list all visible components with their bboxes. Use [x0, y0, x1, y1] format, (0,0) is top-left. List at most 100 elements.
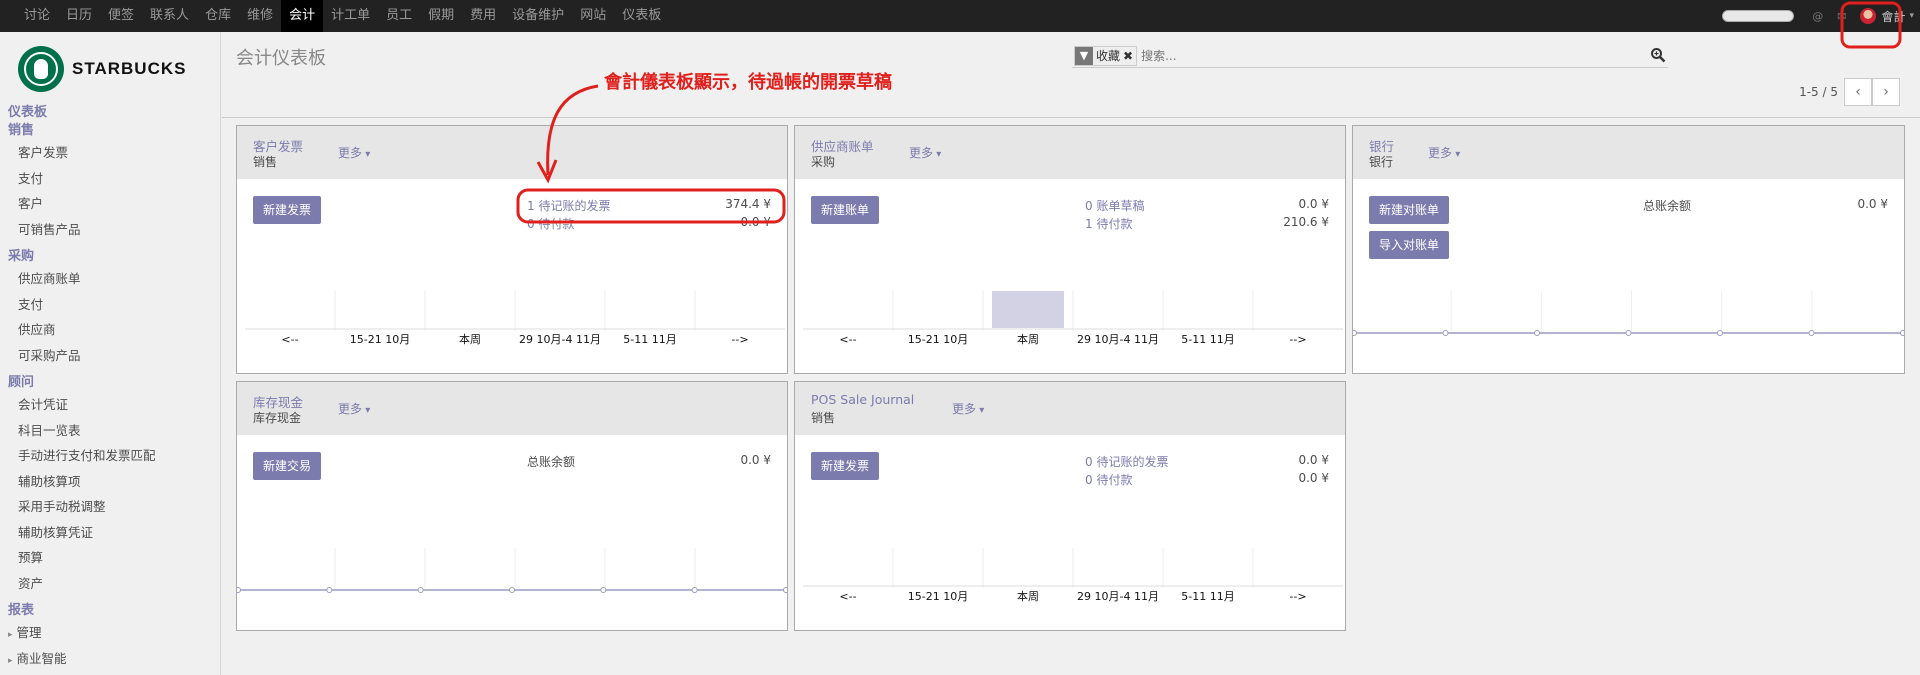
stat-amount: 0.0 ¥	[1298, 471, 1329, 485]
sidebar-item[interactable]: 预算	[0, 545, 220, 571]
sidebar-item[interactable]: 手动进行支付和发票匹配	[0, 443, 220, 469]
more-dropdown[interactable]: 更多	[909, 144, 941, 161]
sidebar-item[interactable]: 资产	[0, 571, 220, 597]
top-menu-item[interactable]: 设备维护	[504, 0, 572, 32]
top-menu-item[interactable]: 日历	[58, 0, 100, 32]
sidebar-item[interactable]: 会计凭证	[0, 392, 220, 418]
top-menu-item[interactable]: 计工单	[323, 0, 378, 32]
company-logo[interactable]: STARBUCKS	[18, 46, 186, 92]
more-dropdown[interactable]: 更多	[952, 400, 984, 417]
page-title: 会计仪表板	[236, 48, 326, 69]
sidebar-item-dashboard[interactable]: 仪表板	[0, 104, 220, 122]
top-menu-item[interactable]: 员工	[378, 0, 420, 32]
top-menu-item[interactable]: 仪表板	[614, 0, 669, 32]
user-menu[interactable]: 會計 ▾	[1860, 8, 1914, 25]
card-header: 客户发票 销售 更多	[237, 126, 787, 179]
card-subtitle: 采购	[811, 155, 836, 169]
journal-card: 供应商账单采购更多新建账单0 账单草稿0.0 ¥1 待付款210.6 ¥<--1…	[794, 125, 1346, 374]
top-menu-item[interactable]: 费用	[462, 0, 504, 32]
annotation-callout: 會計儀表板顯示，待過帳的開票草稿	[604, 72, 892, 93]
top-menu-item[interactable]: 仓库	[197, 0, 239, 32]
top-menu-item[interactable]: 会计	[281, 0, 324, 32]
more-dropdown[interactable]: 更多	[338, 144, 370, 161]
stat-link[interactable]: 0 账单草稿	[1085, 197, 1144, 214]
at-icon[interactable]: @	[1812, 10, 1823, 23]
close-icon[interactable]: ✖	[1123, 49, 1136, 63]
card-action-button[interactable]: 新建账单	[811, 196, 880, 224]
journal-card: 客户发票销售更多新建发票1 待记账的发票374.4 ¥0 待付款0.0 ¥<--…	[236, 125, 788, 374]
sidebar-item[interactable]: 可采购产品	[0, 343, 220, 369]
balance-point	[1353, 330, 1357, 336]
pager: 1-5 / 5 ‹ ›	[1799, 78, 1900, 106]
sidebar-section-title: 报表	[8, 603, 35, 618]
card-action-button[interactable]: 新建交易	[253, 452, 322, 480]
sidebar-item[interactable]: 支付	[0, 166, 220, 192]
card-action-button[interactable]: 新建发票	[253, 196, 322, 224]
week-tick-label: 本周	[1017, 332, 1039, 346]
starbucks-logo-icon	[18, 46, 64, 92]
sidebar-item[interactable]: 供应商账单	[0, 266, 220, 292]
more-dropdown[interactable]: 更多	[338, 400, 370, 417]
sidebar-item[interactable]: 商业智能	[0, 646, 220, 672]
sidebar-item[interactable]: 管理	[0, 620, 220, 646]
balance-label: 总账余额	[527, 455, 576, 469]
card-action-button[interactable]: 新建发票	[811, 452, 880, 480]
week-tick-label: <--	[281, 333, 298, 346]
sidebar-menu: 仪表板 销售 客户发票 支付 客户 可销售产品 采购 供应商账单 支付 供应商 可采购产品 顾问 会计凭…	[0, 104, 220, 672]
stat-link[interactable]: 0 待记账的发票	[1085, 453, 1168, 470]
stat-link[interactable]: 0 待付款	[527, 215, 574, 232]
search-bar[interactable]: ▼ 收藏 ✖	[1072, 44, 1668, 68]
sidebar-item[interactable]: 客户发票	[0, 140, 220, 166]
sidebar-item[interactable]: 采用手动税调整	[0, 494, 220, 520]
stat-link[interactable]: 1 待记账的发票	[527, 197, 610, 214]
search-input[interactable]	[1141, 45, 1662, 66]
stat-amount: 0.0 ¥	[1298, 197, 1329, 211]
stat-link[interactable]: 1 待付款	[1085, 215, 1132, 232]
chat-icon[interactable]: ✉	[1837, 10, 1846, 23]
sidebar-section-title: 采购	[8, 249, 35, 264]
top-navbar: 讨论 日历 便签 联系人 仓库 维修 会计 计工单 员工 假期 费用 设备维护 网站 仪表板 @ ✉ 會計…	[0, 0, 1920, 32]
balance-amount: 0.0 ¥	[740, 453, 771, 467]
week-tick-label: -->	[1289, 333, 1306, 346]
sidebar-item[interactable]: 可销售产品	[0, 217, 220, 243]
top-menu-item[interactable]: 维修	[239, 0, 281, 32]
search-facet[interactable]: ▼ 收藏 ✖	[1074, 45, 1138, 66]
sidebar-item[interactable]: 供应商	[0, 317, 220, 343]
card-subtitle: 销售	[253, 155, 278, 169]
top-menu-item[interactable]: 便签	[100, 0, 142, 32]
card-action-button[interactable]: 新建对账单	[1369, 196, 1450, 224]
card-graph	[1353, 291, 1904, 336]
more-dropdown[interactable]: 更多	[1428, 144, 1460, 161]
top-menu-item[interactable]: 网站	[572, 0, 614, 32]
card-action-button[interactable]: 导入对账单	[1369, 231, 1450, 259]
card-subtitle: 银行	[1369, 155, 1394, 169]
balance-point	[1900, 330, 1904, 336]
facet-label: 收藏	[1096, 49, 1121, 63]
stat-amount: 0.0 ¥	[740, 215, 771, 229]
card-header: 供应商账单 采购 更多	[795, 126, 1345, 179]
balance-point	[600, 587, 607, 593]
filter-icon: ▼	[1075, 46, 1093, 65]
sidebar-item[interactable]: 科目一览表	[0, 418, 220, 444]
balance-point	[783, 587, 787, 593]
top-menu-item[interactable]: 讨论	[16, 0, 58, 32]
card-graph: <-- 15-21 10月 本周 29 10月-4 11月 5-11 11月 -->	[803, 548, 1343, 603]
card-header: POS Sale Journal 销售 更多	[795, 382, 1345, 435]
sidebar-item[interactable]: 支付	[0, 292, 220, 318]
pager-next-button[interactable]: ›	[1872, 78, 1900, 106]
sidebar-item[interactable]: 辅助核算凭证	[0, 520, 220, 546]
pager-previous-button[interactable]: ‹	[1844, 78, 1872, 106]
top-menu-item[interactable]: 联系人	[142, 0, 197, 32]
main-content: 会计仪表板 ▼ 收藏 ✖ 1-5 / 5 ‹ › 會計儀表板顯示，待過帳的開票草…	[222, 32, 1920, 675]
stat-link[interactable]: 0 待付款	[1085, 471, 1132, 488]
top-menu-item[interactable]: 假期	[420, 0, 462, 32]
brand-name: STARBUCKS	[72, 59, 187, 78]
week-tick-label: 15-21 10月	[350, 333, 410, 346]
search-icon[interactable]	[1650, 47, 1666, 63]
card-title[interactable]: POS Sale Journal	[811, 392, 914, 407]
sidebar-item[interactable]: 客户	[0, 191, 220, 217]
sidebar-item[interactable]: 辅助核算项	[0, 469, 220, 495]
week-tick-label: -->	[1289, 590, 1306, 603]
stat-amount: 374.4 ¥	[725, 197, 771, 211]
pager-value: 1-5 / 5	[1799, 85, 1838, 99]
